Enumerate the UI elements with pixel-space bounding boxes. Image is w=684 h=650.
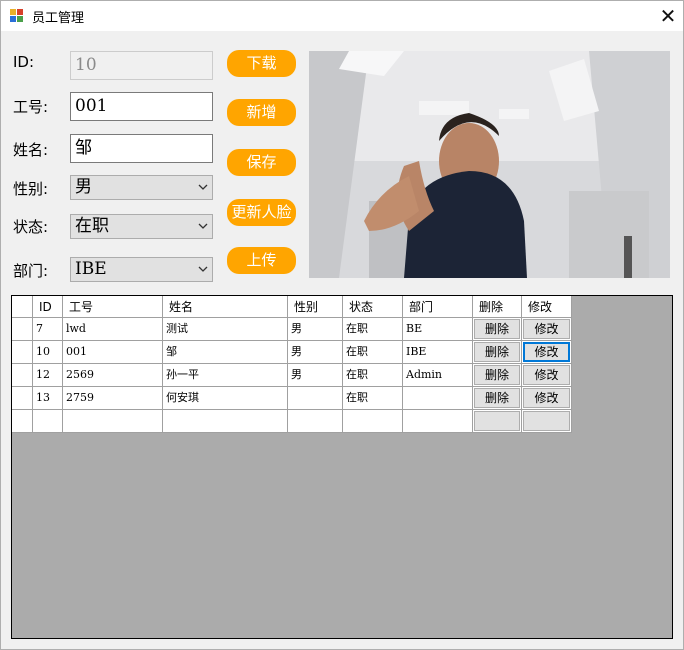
table-cell-name[interactable]: 邹 — [163, 341, 288, 364]
employee-grid[interactable]: ID 工号 姓名 性别 状态 部门 删除 修改 7 lwd 测试男在职 BE 删除 修改 10 001 邹男在职… — [11, 295, 673, 639]
empno-label: 工号: — [13, 98, 49, 116]
column-header-name[interactable]: 姓名 — [163, 296, 288, 318]
empno-field[interactable]: 001 — [70, 92, 213, 121]
table-cell-gender[interactable]: 男 — [288, 364, 343, 387]
chevron-down-icon — [198, 266, 208, 272]
new-row-cell-dept[interactable] — [403, 410, 473, 433]
table-cell-delete[interactable]: 删除 — [473, 387, 522, 410]
table-cell-status[interactable]: 在职 — [343, 341, 403, 364]
table-cell-name[interactable]: 孙一平 — [163, 364, 288, 387]
name-label: 姓名: — [13, 141, 49, 159]
table-cell-dept[interactable]: Admin — [403, 364, 473, 387]
row-header[interactable] — [12, 341, 33, 364]
edit-row-button[interactable]: 修改 — [523, 365, 570, 385]
delete-row-button[interactable]: 删除 — [474, 342, 520, 362]
download-button[interactable]: 下载 — [227, 50, 296, 77]
gender-select[interactable]: 男 — [70, 175, 213, 200]
table-cell-dept[interactable]: BE — [403, 318, 473, 341]
table-cell-id[interactable]: 10 — [33, 341, 63, 364]
new-row-cell-gender[interactable] — [288, 410, 343, 433]
table-cell-gender[interactable]: 男 — [288, 341, 343, 364]
column-header-dept[interactable]: 部门 — [403, 296, 473, 318]
table-cell-name[interactable]: 测试 — [163, 318, 288, 341]
window-title: 员工管理 — [32, 11, 85, 26]
title-bar: 员工管理 ✕ — [1, 1, 683, 31]
table-cell-edit[interactable]: 修改 — [522, 387, 572, 410]
edit-row-button[interactable]: 修改 — [523, 342, 570, 362]
table-cell-edit[interactable]: 修改 — [522, 341, 572, 364]
grid-corner-header — [12, 296, 33, 318]
table-cell-empno[interactable]: 2569 — [63, 364, 163, 387]
id-field: 10 — [70, 51, 213, 80]
table-cell-id[interactable]: 13 — [33, 387, 63, 410]
table-cell-edit[interactable]: 修改 — [522, 318, 572, 341]
new-row-cell-empno[interactable] — [63, 410, 163, 433]
column-header-edit[interactable]: 修改 — [522, 296, 572, 318]
column-header-delete[interactable]: 删除 — [473, 296, 522, 318]
row-header[interactable] — [12, 387, 33, 410]
new-row-cell-id[interactable] — [33, 410, 63, 433]
table-cell-dept[interactable] — [403, 387, 473, 410]
column-header-id[interactable]: ID — [33, 296, 63, 318]
name-field[interactable]: 邹 — [70, 134, 213, 163]
delete-row-button[interactable]: 删除 — [474, 388, 520, 408]
upload-button[interactable]: 上传 — [227, 247, 296, 274]
close-icon[interactable]: ✕ — [651, 1, 684, 31]
table-cell-status[interactable]: 在职 — [343, 364, 403, 387]
table-cell-gender[interactable]: 男 — [288, 318, 343, 341]
status-select-value: 在职 — [75, 216, 109, 236]
table-cell-dept[interactable]: IBE — [403, 341, 473, 364]
employee-management-window: 员工管理 ✕ ID: 工号: 姓名: 性别: 状态: 部门: 10 001 邹 … — [0, 0, 684, 650]
table-cell-delete[interactable]: 删除 — [473, 341, 522, 364]
row-header[interactable] — [12, 318, 33, 341]
status-label: 状态: — [13, 218, 49, 236]
table-cell-empno[interactable]: lwd — [63, 318, 163, 341]
table-cell-id[interactable]: 7 — [33, 318, 63, 341]
camera-preview — [309, 51, 670, 278]
delete-row-button[interactable]: 删除 — [474, 365, 520, 385]
gender-select-value: 男 — [75, 177, 92, 197]
table-cell-name[interactable]: 何安琪 — [163, 387, 288, 410]
app-icon — [10, 9, 24, 23]
edit-row-button[interactable]: 修改 — [523, 319, 570, 339]
table-cell-empno[interactable]: 001 — [63, 341, 163, 364]
save-button[interactable]: 保存 — [227, 149, 296, 176]
new-row-cell-status[interactable] — [343, 410, 403, 433]
new-row-cell-name[interactable] — [163, 410, 288, 433]
new-row-edit-button[interactable] — [523, 411, 570, 431]
chevron-down-icon — [198, 184, 208, 190]
column-header-status[interactable]: 状态 — [343, 296, 403, 318]
table-cell-id[interactable]: 12 — [33, 364, 63, 387]
gender-label: 性别: — [13, 180, 49, 198]
update-face-button[interactable]: 更新人脸 — [227, 199, 296, 226]
id-label: ID: — [13, 53, 35, 71]
status-select[interactable]: 在职 — [70, 214, 213, 239]
camera-preview-photo — [309, 51, 670, 278]
table-cell-gender[interactable] — [288, 387, 343, 410]
dept-label: 部门: — [13, 262, 49, 280]
dept-select[interactable]: IBE — [70, 257, 213, 282]
row-header[interactable] — [12, 364, 33, 387]
dept-select-value: IBE — [75, 259, 107, 279]
edit-row-button[interactable]: 修改 — [523, 388, 570, 408]
table-cell-empno[interactable]: 2759 — [63, 387, 163, 410]
new-row-cell-delete[interactable] — [473, 410, 522, 433]
table-cell-status[interactable]: 在职 — [343, 387, 403, 410]
table-cell-status[interactable]: 在职 — [343, 318, 403, 341]
row-header[interactable] — [12, 410, 33, 433]
add-button[interactable]: 新增 — [227, 99, 296, 126]
table-cell-edit[interactable]: 修改 — [522, 364, 572, 387]
column-header-empno[interactable]: 工号 — [63, 296, 163, 318]
column-header-gender[interactable]: 性别 — [288, 296, 343, 318]
new-row-delete-button[interactable] — [474, 411, 520, 431]
table-cell-delete[interactable]: 删除 — [473, 318, 522, 341]
new-row-cell-edit[interactable] — [522, 410, 572, 433]
delete-row-button[interactable]: 删除 — [474, 319, 520, 339]
table-cell-delete[interactable]: 删除 — [473, 364, 522, 387]
chevron-down-icon — [198, 223, 208, 229]
